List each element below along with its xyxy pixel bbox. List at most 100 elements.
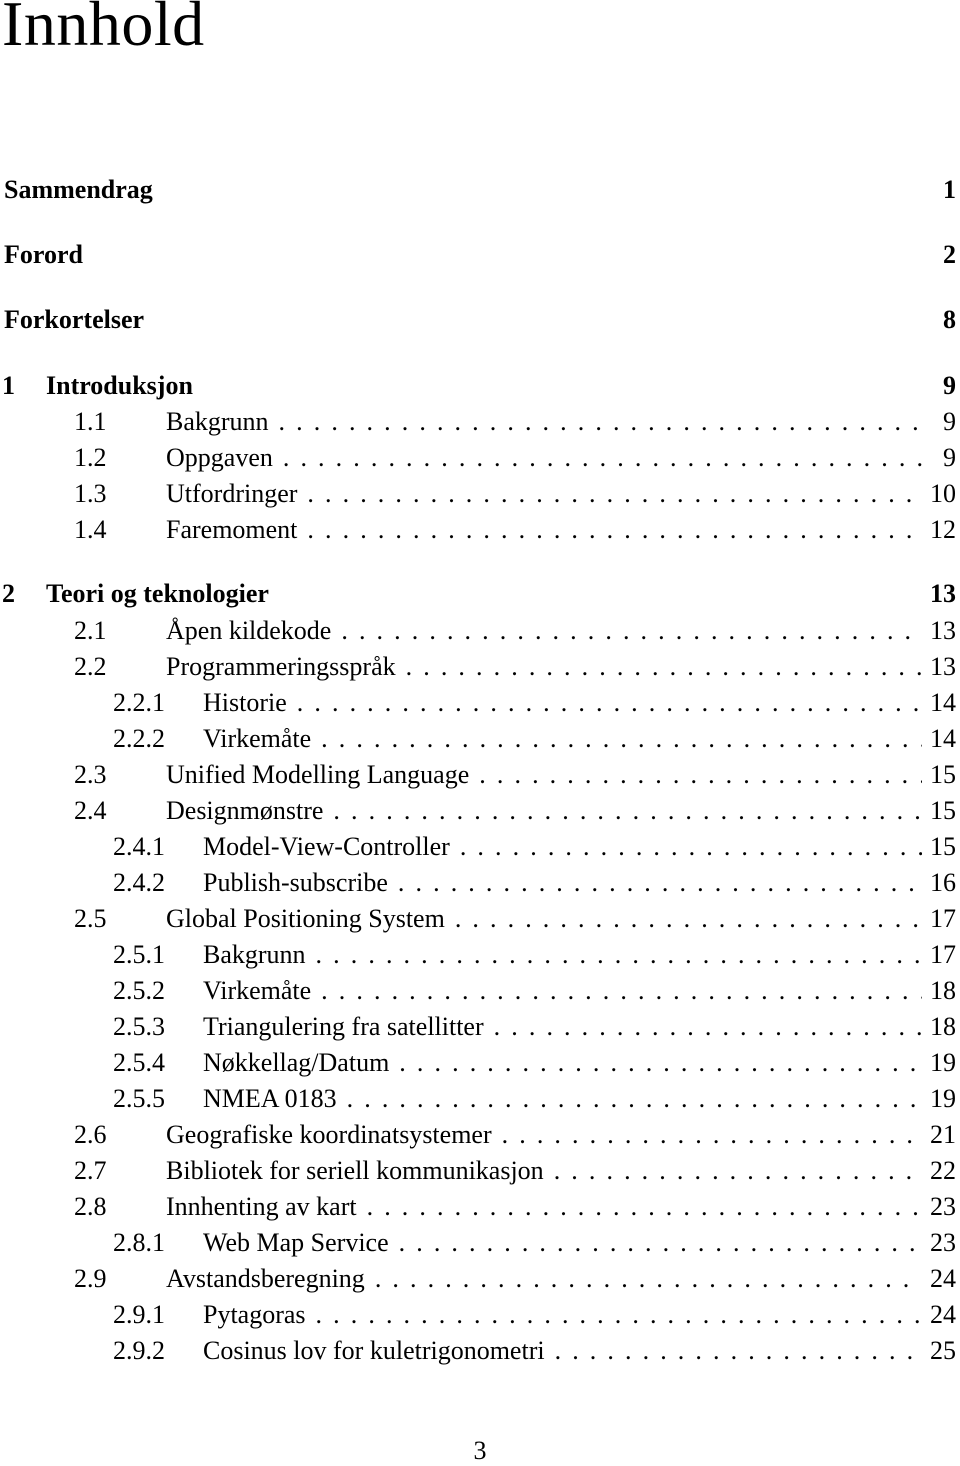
toc-subsection-entry[interactable]: 2.4.2 Publish-subscribe 16 (0, 865, 956, 901)
toc-section-entry[interactable]: 1.1 Bakgrunn 9 (0, 404, 956, 440)
dot-leader (316, 1297, 922, 1333)
toc-entry-number: 2.5.4 (113, 1048, 165, 1077)
toc-section-entry[interactable]: 2.4 Designmønstre 15 (0, 793, 956, 829)
toc-entry-title: Faremoment (166, 515, 298, 544)
toc-subsection-entry[interactable]: 2.4.1 Model-View-Controller 15 (0, 829, 956, 865)
toc-entry-title: Bakgrunn (166, 407, 269, 436)
dot-leader (347, 1081, 922, 1117)
toc-entry-page: 25 (930, 1336, 956, 1365)
toc-subsection-entry[interactable]: 2.2.2 Virkemåte 14 (0, 721, 956, 757)
toc-entry-title: Innhenting av kart (166, 1192, 357, 1221)
toc-subsection-entry[interactable]: 2.5.5 NMEA 0183 19 (0, 1081, 956, 1117)
toc-chapter-entry[interactable]: Forkortelser 8 (0, 302, 956, 338)
toc-subsection-entry[interactable]: 2.8.1 Web Map Service 23 (0, 1225, 956, 1261)
dot-leader (297, 685, 922, 721)
toc-entry-title: Forkortelser (4, 305, 145, 334)
toc-subsection-entry[interactable]: 2.5.1 Bakgrunn 17 (0, 937, 956, 973)
toc-entry-page: 2 (943, 240, 956, 269)
toc-section-entry[interactable]: 2.1 Åpen kildekode 13 (0, 613, 956, 649)
toc-entry-title: Historie (203, 688, 287, 717)
toc-section-entry[interactable]: 2.9 Avstandsberegning 24 (0, 1261, 956, 1297)
toc-entry-number: 1 (2, 371, 15, 400)
toc-entry-title: Teori og teknologier (46, 579, 269, 608)
toc-entry-number: 2.9 (74, 1264, 107, 1293)
toc-chapter-entry[interactable]: 2 Teori og teknologier 13 (0, 576, 956, 612)
dot-leader (367, 1189, 922, 1225)
toc-entry-page: 17 (930, 940, 956, 969)
toc-chapter-entry[interactable]: 1 Introduksjon 9 (0, 368, 956, 404)
toc-section-entry[interactable]: 2.6 Geografiske koordinatsystemer 21 (0, 1117, 956, 1153)
toc-entry-title: Avstandsberegning (166, 1264, 365, 1293)
toc-entry-number: 2.4 (74, 796, 107, 825)
toc-entry-title: Sammendrag (4, 175, 153, 204)
dot-leader (502, 1117, 922, 1153)
toc-section-entry[interactable]: 1.4 Faremoment 12 (0, 512, 956, 548)
toc-entry-page: 16 (930, 868, 956, 897)
toc-entry-title: Introduksjon (46, 371, 193, 400)
dot-leader (406, 649, 922, 685)
toc-entry-number: 2.2 (74, 652, 107, 681)
dot-leader (279, 404, 922, 440)
toc-entry-page: 9 (943, 443, 956, 472)
toc-entry-number: 2.5.5 (113, 1084, 165, 1113)
toc-entry-page: 14 (930, 724, 956, 753)
toc-entry-page: 15 (930, 832, 956, 861)
toc-entry-number: 2.5.2 (113, 976, 165, 1005)
toc-entry-number: 2 (2, 579, 15, 608)
toc-entry-number: 2.2.1 (113, 688, 165, 717)
toc-entry-page: 18 (930, 976, 956, 1005)
dot-leader (341, 613, 922, 649)
toc-entry-page: 24 (930, 1264, 956, 1293)
toc-entry-title: Global Positioning System (166, 904, 445, 933)
toc-entry-page: 8 (943, 305, 956, 334)
toc-entry-page: 19 (930, 1048, 956, 1077)
toc-section-entry[interactable]: 2.8 Innhenting av kart 23 (0, 1189, 956, 1225)
toc-section-entry[interactable]: 2.3 Unified Modelling Language 15 (0, 757, 956, 793)
page-number: 3 (473, 1436, 487, 1465)
dot-leader (479, 757, 922, 793)
toc-entry-page: 13 (930, 652, 956, 681)
toc-entry-title: Bakgrunn (203, 940, 306, 969)
toc-entry-number: 2.7 (74, 1156, 107, 1185)
toc-entry-title: Utfordringer (166, 479, 298, 508)
toc-entry-number: 1.3 (74, 479, 107, 508)
toc-subsection-entry[interactable]: 2.9.1 Pytagoras 24 (0, 1297, 956, 1333)
toc-section-entry[interactable]: 1.3 Utfordringer 10 (0, 476, 956, 512)
toc-entry-title: Forord (4, 240, 83, 269)
toc-entry-page: 15 (930, 796, 956, 825)
toc-section-entry[interactable]: 2.5 Global Positioning System 17 (0, 901, 956, 937)
toc-entry-page: 14 (930, 688, 956, 717)
toc-entry-title: Oppgaven (166, 443, 273, 472)
toc-entry-title: Nøkkellag/Datum (203, 1048, 390, 1077)
toc-subsection-entry[interactable]: 2.5.4 Nøkkellag/Datum 19 (0, 1045, 956, 1081)
toc-entry-title: Unified Modelling Language (166, 760, 470, 789)
toc-entry-page: 18 (930, 1012, 956, 1041)
dot-leader (399, 1045, 922, 1081)
toc-entry-page: 13 (930, 616, 956, 645)
toc-entry-number: 2.5 (74, 904, 107, 933)
toc-subsection-entry[interactable]: 2.5.3 Triangulering fra satellitter 18 (0, 1009, 956, 1045)
dot-leader (307, 512, 922, 548)
toc-entry-title: Triangulering fra satellitter (203, 1012, 484, 1041)
dot-leader (333, 793, 922, 829)
toc-entry-title: Åpen kildekode (166, 616, 332, 645)
dot-leader (307, 476, 922, 512)
toc-subsection-entry[interactable]: 2.2.1 Historie 14 (0, 685, 956, 721)
toc-entry-page: 12 (930, 515, 956, 544)
dot-leader (455, 901, 922, 937)
toc-entry-number: 2.4.2 (113, 868, 165, 897)
toc-section-entry[interactable]: 2.7 Bibliotek for seriell kommunikasjon 22 (0, 1153, 956, 1189)
toc-section-entry[interactable]: 1.2 Oppgaven 9 (0, 440, 956, 476)
toc-section-entry[interactable]: 2.2 Programmeringsspråk 13 (0, 649, 956, 685)
toc-entry-title: NMEA 0183 (203, 1084, 337, 1113)
dot-leader (460, 829, 922, 865)
toc-chapter-entry[interactable]: Sammendrag 1 (0, 172, 956, 208)
dot-leader (283, 440, 922, 476)
toc-chapter-entry[interactable]: Forord 2 (0, 237, 956, 273)
toc-entry-number: 2.5.3 (113, 1012, 165, 1041)
toc-subsection-entry[interactable]: 2.9.2 Cosinus lov for kuletrigonometri 25 (0, 1333, 956, 1369)
toc-entry-title: Pytagoras (203, 1300, 306, 1329)
toc-subsection-entry[interactable]: 2.5.2 Virkemåte 18 (0, 973, 956, 1009)
toc-entry-title: Model-View-Controller (203, 832, 450, 861)
dot-leader (321, 721, 922, 757)
